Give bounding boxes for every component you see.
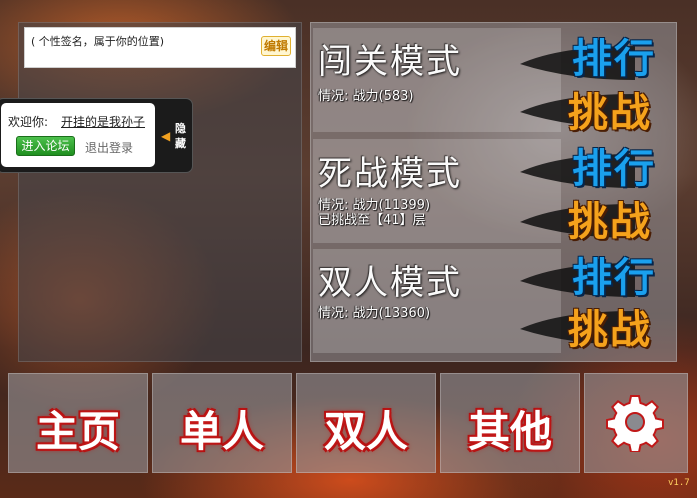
logout-link[interactable]: 退出登录 (85, 139, 133, 156)
rank-button[interactable]: 排行 (572, 26, 656, 84)
challenge-button[interactable]: 挑战 (568, 189, 652, 247)
welcome-label: 欢迎你: (8, 115, 49, 129)
enter-forum-button[interactable]: 进入论坛 (16, 136, 75, 156)
mode-title: 双人模式 (318, 263, 462, 303)
nav-home-button[interactable]: 主页 (8, 373, 148, 473)
username-link[interactable]: 开挂的是我孙子 (61, 113, 145, 130)
left-panel (18, 22, 302, 362)
nav-single-button[interactable]: 单人 (152, 373, 292, 473)
nav-single-label: 单人 (179, 407, 264, 456)
mode-progress: 已挑战至【41】层 (318, 213, 426, 228)
gear-icon (606, 395, 664, 452)
nav-home-label: 主页 (35, 407, 120, 456)
hide-label: 隐藏 (175, 122, 186, 150)
nav-other-label: 其他 (467, 407, 552, 456)
challenge-button[interactable]: 挑战 (568, 297, 652, 355)
signature-field[interactable]: ( 个性签名，属于你的位置) (24, 27, 296, 68)
nav-other-button[interactable]: 其他 (440, 373, 580, 473)
mode-title: 死战模式 (318, 154, 462, 194)
mode-status: 情况: 战力(13360) (318, 306, 431, 321)
challenge-button[interactable]: 挑战 (568, 80, 652, 138)
nav-settings-button[interactable] (584, 373, 688, 473)
mode-status: 情况: 战力(11399) (318, 198, 431, 213)
version-label: v1.7 (668, 478, 690, 488)
nav-double-label: 双人 (323, 407, 408, 456)
signature-placeholder: ( 个性签名，属于你的位置) (31, 35, 165, 48)
mode-status: 情况: 战力(583) (318, 89, 414, 104)
nav-double-button[interactable]: 双人 (296, 373, 436, 473)
rank-button[interactable]: 排行 (572, 136, 656, 194)
edit-signature-button[interactable]: 编辑 (261, 36, 292, 56)
chevron-left-icon: ◀ (161, 129, 171, 143)
rank-button[interactable]: 排行 (572, 245, 656, 303)
mode-title: 闯关模式 (318, 42, 462, 82)
